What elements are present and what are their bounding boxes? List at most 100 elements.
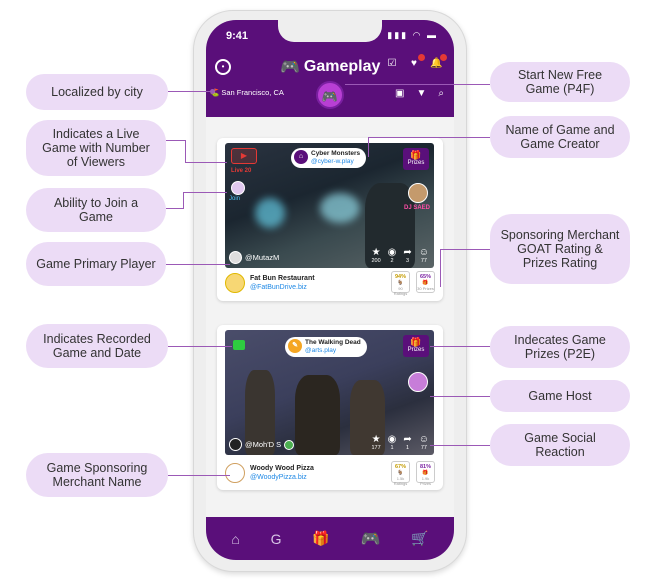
ratings: 94% 🐐 90 Ratings 65% 🎁 30 Prizes <box>391 271 435 296</box>
cart-icon[interactable]: 🛒 <box>411 530 428 547</box>
game-card-recorded[interactable]: ✎ The Walking Dead @arts.play 🎁 Prizes @… <box>217 325 443 490</box>
merchant-handle[interactable]: @FatBunDrive.biz <box>250 283 315 292</box>
player-handle: @Moh'D S <box>245 440 282 449</box>
app-title: 🎮 Gameplay <box>280 57 380 77</box>
callout-join: Ability to Join a Game <box>26 188 166 232</box>
stat-shares[interactable]: ➦ 1 <box>403 434 411 452</box>
merchant-handle[interactable]: @WoodyPizza.biz <box>250 473 314 482</box>
game-title: Cyber Monsters <box>311 150 361 157</box>
header-icons: ☑ ♥ 🔔 <box>386 54 447 70</box>
heart-icon[interactable]: ♥ <box>408 54 425 70</box>
connector <box>368 137 369 157</box>
prize-rating[interactable]: 81% 🎁 1.9k Prizes <box>416 461 435 486</box>
bell-icon[interactable]: 🔔 <box>430 54 447 70</box>
prize-rating-label: 1.9k Prizes <box>419 476 432 486</box>
reaction-icon: ☺ <box>418 434 429 445</box>
primary-player[interactable]: @MutazM <box>229 251 279 264</box>
share-icon: ➦ <box>403 434 412 445</box>
callout-social: Game Social Reaction <box>490 424 630 466</box>
game-creator: @cyber-w.play <box>311 158 354 165</box>
player-avatar <box>229 251 242 264</box>
goat-rating-label: 1.5k Ratings <box>393 476 408 486</box>
prizes-label: Prizes <box>407 347 425 353</box>
stat-views[interactable]: ◉ 2 <box>388 247 397 265</box>
social-stats: ★ 200 ◉ 2 ➦ 3 ☺ 77 <box>371 247 429 265</box>
stat-shares[interactable]: ➦ 3 <box>403 247 411 265</box>
sponsor-merchant[interactable]: Fat Bun Restaurant @FatBunDrive.biz <box>225 273 315 293</box>
stat-views[interactable]: ◉ 1 <box>388 434 397 452</box>
recorded-icon <box>233 340 245 350</box>
connector <box>440 249 490 250</box>
connector <box>168 91 212 92</box>
connector <box>430 445 490 446</box>
stat-reactions[interactable]: ☺ 77 <box>419 247 429 265</box>
callout-name-creator: Name of Game and Game Creator <box>490 116 630 158</box>
eye-icon: ◉ <box>387 434 397 445</box>
player-badge-icon <box>284 439 295 450</box>
prize-rating[interactable]: 65% 🎁 30 Prizes <box>416 271 435 293</box>
filter-icon[interactable]: ▼ <box>416 88 426 99</box>
connector <box>440 249 441 287</box>
callout-live: Indicates a Live Game with Number of Vie… <box>26 120 166 176</box>
connector <box>166 140 186 141</box>
prizes-button[interactable]: 🎁 Prizes <box>403 335 429 357</box>
goat-rating-label: 90 Ratings <box>393 286 408 296</box>
search-icon[interactable]: ⌕ <box>438 88 444 99</box>
callout-sponsor-name: Game Sponsoring Merchant Name <box>26 453 168 497</box>
connector <box>430 396 490 397</box>
bottom-nav: ⌂ G 🎁 🎮 🛒 <box>206 517 454 560</box>
city-label: San Francisco, CA <box>221 88 284 97</box>
app-title-text: Gameplay <box>303 58 381 75</box>
callout-goat: Sponsoring Merchant GOAT Rating & Prizes… <box>490 214 630 284</box>
join-button[interactable] <box>231 181 245 195</box>
live-icon: ▶ <box>231 148 257 164</box>
connector <box>168 475 230 476</box>
notification-badge <box>440 54 447 61</box>
sponsor-merchant[interactable]: Woody Wood Pizza @WoodyPizza.biz <box>225 463 314 483</box>
ratings: 67% 🐐 1.5k Ratings 81% 🎁 1.9k Prizes <box>391 461 435 486</box>
callout-localized: Localized by city <box>26 74 168 110</box>
gift-icon[interactable]: 🎁 <box>312 530 329 547</box>
games-icon[interactable]: G <box>271 531 282 547</box>
stat-stars[interactable]: ★ 177 <box>371 434 380 452</box>
star-icon: ★ <box>371 247 381 258</box>
gameplay-icon[interactable]: 🎮 <box>360 529 380 549</box>
game-card-live[interactable]: ▶ Live 20 Join ⌂ Cyber Monsters @cyber-w… <box>217 138 443 301</box>
host-avatar[interactable] <box>408 183 428 203</box>
player-avatar <box>229 438 242 451</box>
home-icon[interactable]: ⌂ <box>231 531 239 547</box>
goat-rating[interactable]: 67% 🐐 1.5k Ratings <box>391 461 410 486</box>
start-game-button[interactable]: 🎮 <box>316 81 344 109</box>
check-box-icon[interactable]: ☑ <box>386 58 398 70</box>
game-video-recorded[interactable]: ✎ The Walking Dead @arts.play 🎁 Prizes @… <box>225 330 434 455</box>
prizes-label: Prizes <box>407 160 425 166</box>
stat-reactions[interactable]: ☺ 77 <box>419 434 429 452</box>
scene-ghost <box>320 193 360 223</box>
merchant-logo <box>225 273 245 293</box>
gift-icon: 🎁 <box>410 337 422 347</box>
profile-icon[interactable]: • <box>215 59 231 75</box>
callout-host: Game Host <box>490 380 630 412</box>
status-time: 9:41 <box>226 30 249 42</box>
prizes-button[interactable]: 🎁 Prizes <box>403 148 429 170</box>
host-avatar[interactable] <box>408 372 428 392</box>
game-title-pill[interactable]: ✎ The Walking Dead @arts.play <box>285 337 367 357</box>
canvas: 9:41 ▮▮▮ ◠ ▬ • 🎮 Gameplay ☑ ♥ 🔔 ⛳ San Fr… <box>0 0 660 579</box>
merchant-name: Woody Wood Pizza <box>250 465 314 472</box>
game-title-pill[interactable]: ⌂ Cyber Monsters @cyber-w.play <box>291 148 367 168</box>
game-video-live[interactable]: ▶ Live 20 Join ⌂ Cyber Monsters @cyber-w… <box>225 143 434 268</box>
city-selector[interactable]: ⛳ San Francisco, CA <box>210 88 284 97</box>
star-icon: ★ <box>371 434 381 445</box>
gamepad-icon: 🎮 <box>280 59 300 76</box>
game-icon: ✎ <box>288 339 302 353</box>
player-handle: @MutazM <box>245 253 280 262</box>
stat-stars[interactable]: ★ 200 <box>371 247 380 265</box>
notch <box>278 20 382 42</box>
live-viewers: Live 20 <box>231 168 252 174</box>
primary-player[interactable]: @Moh'D S <box>229 438 295 451</box>
ticket-icon[interactable]: ▣ <box>395 88 404 99</box>
goat-rating[interactable]: 94% 🐐 90 Ratings <box>391 271 410 296</box>
connector <box>345 84 490 85</box>
connector <box>430 346 490 347</box>
callout-start: Start New Free Game (P4F) <box>490 62 630 102</box>
